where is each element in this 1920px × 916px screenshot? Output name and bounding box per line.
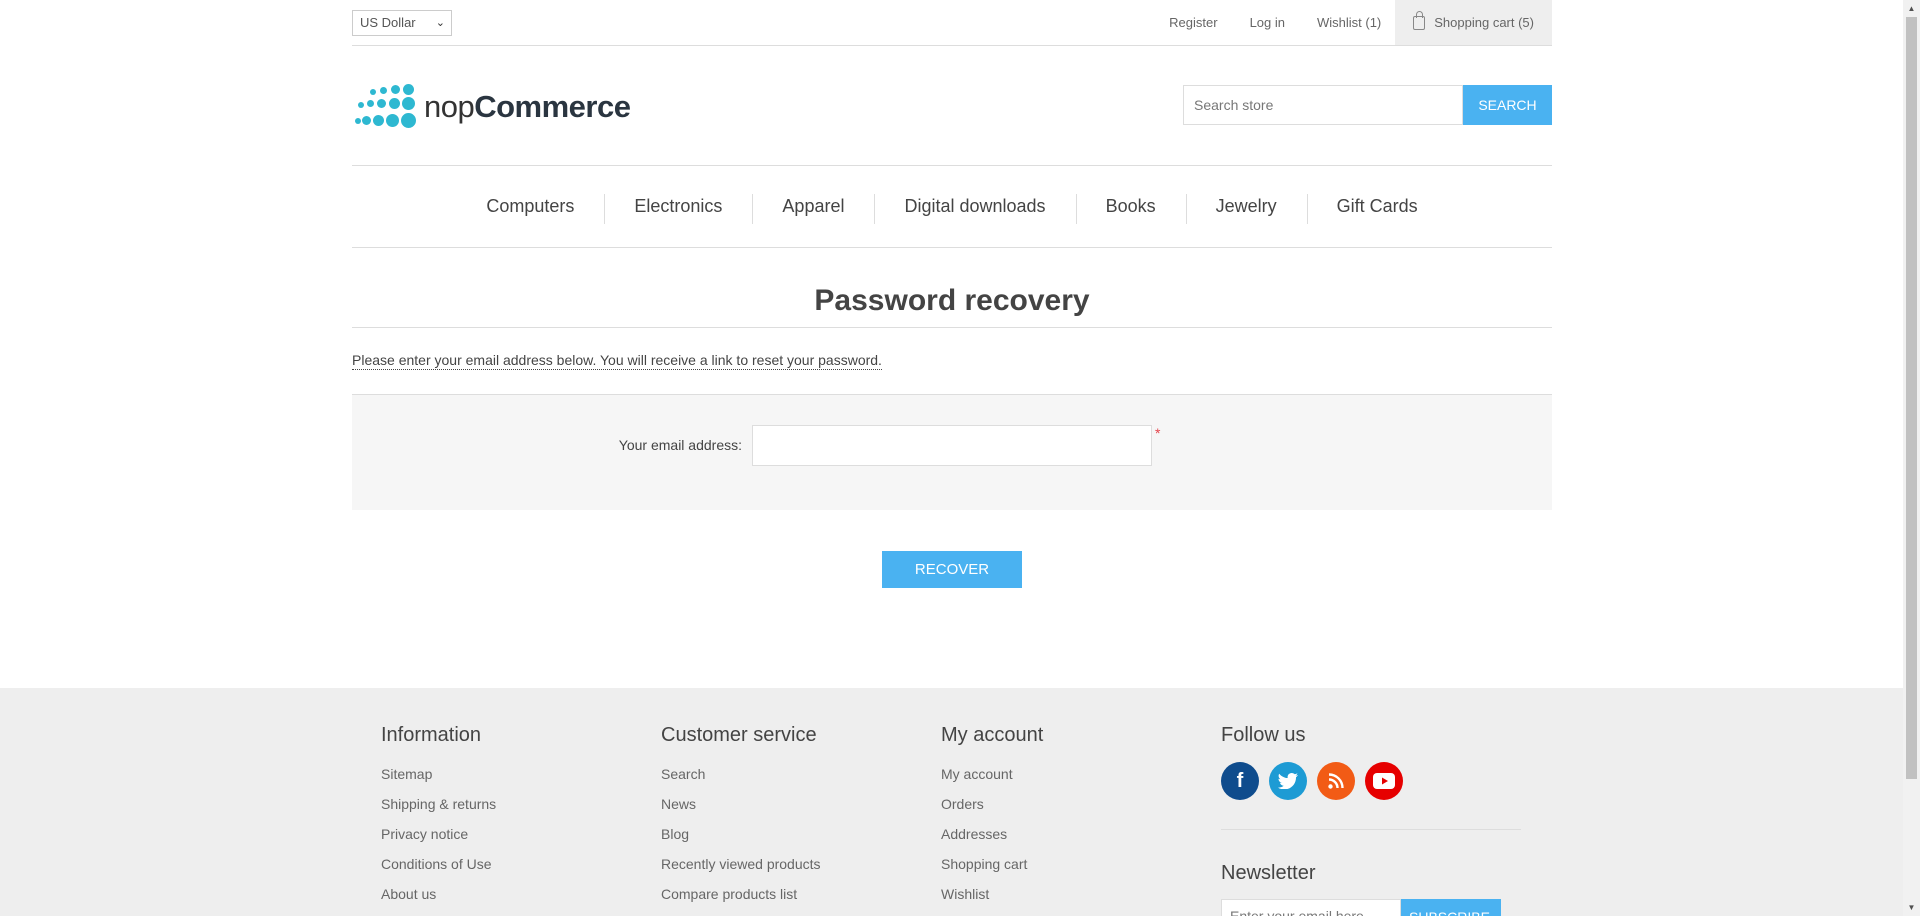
recovery-tip: Please enter your email address below. Y…	[352, 352, 1552, 370]
footer-link-blog[interactable]: Blog	[661, 825, 821, 855]
menu-item-electronics[interactable]: Electronics	[604, 194, 752, 224]
logo-text-commerce: Commerce	[474, 89, 631, 124]
store-logo[interactable]: nopCommerce	[355, 84, 631, 130]
newsletter-placeholder: Enter your email here...	[1230, 908, 1376, 916]
page-title: Password recovery	[814, 284, 1090, 317]
footer-divider	[1221, 829, 1521, 830]
footer-my-account-title: My account	[941, 724, 1044, 746]
footer-link-sitemap[interactable]: Sitemap	[381, 765, 496, 795]
register-link[interactable]: Register	[1169, 15, 1217, 30]
shopping-cart-label: Shopping cart (5)	[1434, 15, 1534, 30]
footer-information: Information Sitemap Shipping & returns P…	[381, 724, 496, 915]
footer-my-account: My account My account Orders Addresses S…	[941, 724, 1043, 915]
email-label: Your email address:	[618, 437, 742, 453]
menu-item-jewelry[interactable]: Jewelry	[1185, 194, 1307, 224]
logo-dots-icon	[355, 84, 416, 130]
menu-item-computers[interactable]: Computers	[456, 196, 604, 217]
header-main: nopCommerce Search store SEARCH	[352, 46, 1552, 166]
youtube-icon[interactable]	[1365, 762, 1403, 800]
search-input[interactable]: Search store	[1183, 85, 1463, 125]
currency-select[interactable]: US Dollar ⌄	[352, 10, 452, 36]
footer-follow-us: Follow us f Newsletter Enter your email …	[1221, 724, 1521, 916]
chevron-down-icon: ⌄	[435, 17, 445, 29]
email-field[interactable]	[752, 425, 1152, 466]
rss-icon[interactable]	[1317, 762, 1355, 800]
social-links: f	[1221, 762, 1521, 800]
footer-link-shipping-returns[interactable]: Shipping & returns	[381, 795, 496, 825]
footer-link-wishlist[interactable]: Wishlist	[941, 885, 1043, 915]
menu-item-books[interactable]: Books	[1075, 194, 1186, 224]
footer-link-search[interactable]: Search	[661, 765, 821, 795]
recover-button[interactable]: RECOVER	[882, 551, 1022, 588]
recovery-form: Your email address: *	[352, 394, 1552, 510]
footer-information-title: Information	[381, 724, 482, 746]
subscribe-button[interactable]: SUBSCRIBE	[1401, 899, 1501, 916]
footer-link-about-us[interactable]: About us	[381, 885, 496, 915]
currency-value: US Dollar	[360, 15, 416, 30]
scrollbar-thumb[interactable]	[1906, 17, 1917, 779]
footer-link-compare-products[interactable]: Compare products list	[661, 885, 821, 915]
twitter-icon[interactable]	[1269, 762, 1307, 800]
footer-link-privacy-notice[interactable]: Privacy notice	[381, 825, 496, 855]
facebook-icon[interactable]: f	[1221, 762, 1259, 800]
top-menu: Computers Electronics Apparel Digital do…	[352, 166, 1552, 248]
search-placeholder: Search store	[1194, 97, 1274, 113]
footer-link-orders[interactable]: Orders	[941, 795, 1043, 825]
search-box: Search store SEARCH	[1183, 85, 1552, 125]
header-links: Register Log in Wishlist (1) Shopping ca…	[1169, 0, 1552, 45]
page: US Dollar ⌄ Register Log in Wishlist (1)…	[0, 0, 1903, 916]
wishlist-link[interactable]: Wishlist (1)	[1317, 15, 1381, 30]
recovery-tip-text: Please enter your email address below. Y…	[352, 352, 882, 370]
shopping-cart-link[interactable]: Shopping cart (5)	[1395, 0, 1552, 45]
newsletter-email-input[interactable]: Enter your email here...	[1221, 899, 1401, 916]
shopping-bag-icon	[1413, 10, 1426, 30]
newsletter-title: Newsletter	[1221, 862, 1316, 884]
footer-link-addresses[interactable]: Addresses	[941, 825, 1043, 855]
footer-follow-us-title: Follow us	[1221, 724, 1306, 746]
footer-link-conditions-of-use[interactable]: Conditions of Use	[381, 855, 496, 885]
required-mark: *	[1155, 425, 1161, 441]
menu-item-digital-downloads[interactable]: Digital downloads	[874, 194, 1075, 224]
newsletter-form: Enter your email here... SUBSCRIBE	[1221, 899, 1521, 916]
logo-wordmark: nopCommerce	[424, 89, 631, 125]
menu-item-apparel[interactable]: Apparel	[752, 194, 874, 224]
footer-link-news[interactable]: News	[661, 795, 821, 825]
footer: Information Sitemap Shipping & returns P…	[0, 688, 1903, 916]
scroll-up-arrow-icon[interactable]: ▲	[1903, 0, 1920, 17]
footer-link-my-account[interactable]: My account	[941, 765, 1043, 795]
page-title-row: Password recovery	[352, 270, 1552, 328]
menu-item-gift-cards[interactable]: Gift Cards	[1306, 194, 1448, 224]
footer-customer-service-title: Customer service	[661, 724, 817, 746]
logo-text-nop: nop	[424, 89, 475, 124]
footer-link-shopping-cart[interactable]: Shopping cart	[941, 855, 1043, 885]
login-link[interactable]: Log in	[1250, 15, 1285, 30]
scroll-down-arrow-icon[interactable]: ▼	[1903, 899, 1920, 916]
search-button[interactable]: SEARCH	[1463, 85, 1552, 125]
footer-customer-service: Customer service Search News Blog Recent…	[661, 724, 821, 915]
vertical-scrollbar[interactable]: ▲ ▼	[1903, 0, 1920, 916]
footer-link-recently-viewed[interactable]: Recently viewed products	[661, 855, 821, 885]
header-links-bar: US Dollar ⌄ Register Log in Wishlist (1)…	[352, 0, 1552, 46]
